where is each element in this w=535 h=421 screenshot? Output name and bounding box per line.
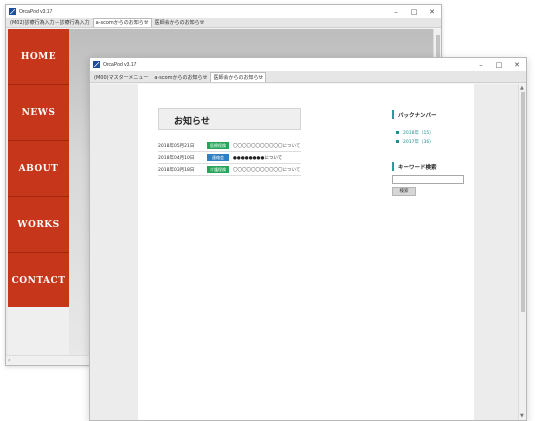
maximize-button[interactable]: □ — [490, 58, 508, 71]
news-date: 2018年05月21日 — [158, 143, 195, 149]
nav-home[interactable]: HOME — [8, 29, 69, 85]
nav-works[interactable]: WORKS — [8, 197, 69, 253]
news-date: 2018年03月18日 — [158, 167, 195, 173]
nav-contact[interactable]: CONTACT — [8, 253, 69, 309]
site-nav: HOME NEWS ABOUT WORKS CONTACT — [8, 29, 69, 307]
scroll-left-icon[interactable]: ‹ — [8, 357, 10, 364]
tab-ishikai-news[interactable]: 医師会からのお知らせ — [210, 72, 267, 82]
news-page: お知らせ 2018年05月21日 医療保険 〇〇〇〇〇〇〇〇〇〇〇について 20… — [138, 84, 474, 420]
news-title-link[interactable]: ●●●●●●●●について — [233, 155, 282, 161]
front-window[interactable]: OrcaPod v3.17 – □ ✕ (M00)マスターメニュー a-scom… — [89, 57, 527, 421]
front-window-titlebar[interactable]: OrcaPod v3.17 – □ ✕ — [90, 58, 526, 71]
back-window-tabbar: (M02)診療行為入力－診療行為入力 a-scomからのお知らせ 医師会からのお… — [6, 18, 441, 28]
nav-about[interactable]: ABOUT — [8, 141, 69, 197]
front-scroll-thumb[interactable] — [521, 92, 525, 312]
close-button[interactable]: ✕ — [423, 5, 441, 18]
tab-ascom-news[interactable]: a-scomからのお知らせ — [92, 18, 152, 27]
category-badge: 連絡会 — [207, 154, 229, 161]
desktop: OrcaPod v3.17 – □ ✕ (M02)診療行為入力－診療行為入力 a… — [0, 0, 535, 421]
back-window-title: OrcaPod v3.17 — [19, 8, 53, 15]
news-item[interactable]: 2018年05月21日 医療保険 〇〇〇〇〇〇〇〇〇〇〇について — [158, 140, 301, 152]
back-window-controls: – □ ✕ — [387, 5, 441, 18]
front-vertical-scrollbar[interactable]: ▲ ▼ — [518, 84, 526, 420]
nav-news[interactable]: NEWS — [8, 85, 69, 141]
tab-m02-shinryo[interactable]: (M02)診療行為入力－診療行為入力 — [7, 18, 93, 27]
back-window-titlebar[interactable]: OrcaPod v3.17 – □ ✕ — [6, 5, 441, 18]
maximize-button[interactable]: □ — [405, 5, 423, 18]
bullet-icon — [396, 131, 399, 134]
archive-link-2018[interactable]: 2018年（15） — [396, 130, 434, 136]
backnumber-heading: バックナンバー — [392, 110, 437, 119]
minimize-button[interactable]: – — [472, 58, 490, 71]
front-window-content: お知らせ 2018年05月21日 医療保険 〇〇〇〇〇〇〇〇〇〇〇について 20… — [90, 84, 526, 420]
scroll-down-icon[interactable]: ▼ — [520, 413, 524, 419]
minimize-button[interactable]: – — [387, 5, 405, 18]
news-item[interactable]: 2018年04月10日 連絡会 ●●●●●●●●について — [158, 152, 301, 164]
page-title: お知らせ — [174, 117, 210, 127]
category-badge: 医療保険 — [207, 142, 229, 149]
nav-footer-space — [8, 307, 69, 355]
front-window-controls: – □ ✕ — [472, 58, 526, 71]
keyword-search-heading: キーワード検索 — [392, 162, 437, 171]
page-title-box: お知らせ — [158, 108, 301, 130]
news-list: 2018年05月21日 医療保険 〇〇〇〇〇〇〇〇〇〇〇について 2018年04… — [158, 140, 301, 176]
tab-master-menu[interactable]: (M00)マスターメニュー — [91, 72, 151, 82]
close-button[interactable]: ✕ — [508, 58, 526, 71]
news-title-link[interactable]: 〇〇〇〇〇〇〇〇〇〇〇について — [233, 167, 300, 173]
news-date: 2018年04月10日 — [158, 155, 195, 161]
bullet-icon — [396, 140, 399, 143]
front-window-title: OrcaPod v3.17 — [103, 61, 137, 68]
front-window-tabbar: (M00)マスターメニュー a-scomからのお知らせ 医師会からのお知らせ — [90, 71, 526, 83]
tab-ascom-news[interactable]: a-scomからのお知らせ — [151, 72, 210, 82]
archive-label: 2017年（36） — [403, 140, 434, 145]
news-title-link[interactable]: 〇〇〇〇〇〇〇〇〇〇〇について — [233, 143, 300, 149]
app-logo-icon — [9, 8, 16, 15]
category-badge: 介護保険 — [207, 166, 229, 173]
keyword-search-input[interactable] — [392, 175, 464, 184]
tab-ishikai-news[interactable]: 医師会からのお知らせ — [152, 18, 208, 27]
news-item[interactable]: 2018年03月18日 介護保険 〇〇〇〇〇〇〇〇〇〇〇について — [158, 164, 301, 176]
archive-link-2017[interactable]: 2017年（36） — [396, 139, 434, 145]
archive-label: 2018年（15） — [403, 131, 434, 136]
app-logo-icon — [93, 61, 100, 68]
search-button[interactable]: 検索 — [392, 187, 416, 196]
scroll-up-icon[interactable]: ▲ — [520, 85, 524, 91]
